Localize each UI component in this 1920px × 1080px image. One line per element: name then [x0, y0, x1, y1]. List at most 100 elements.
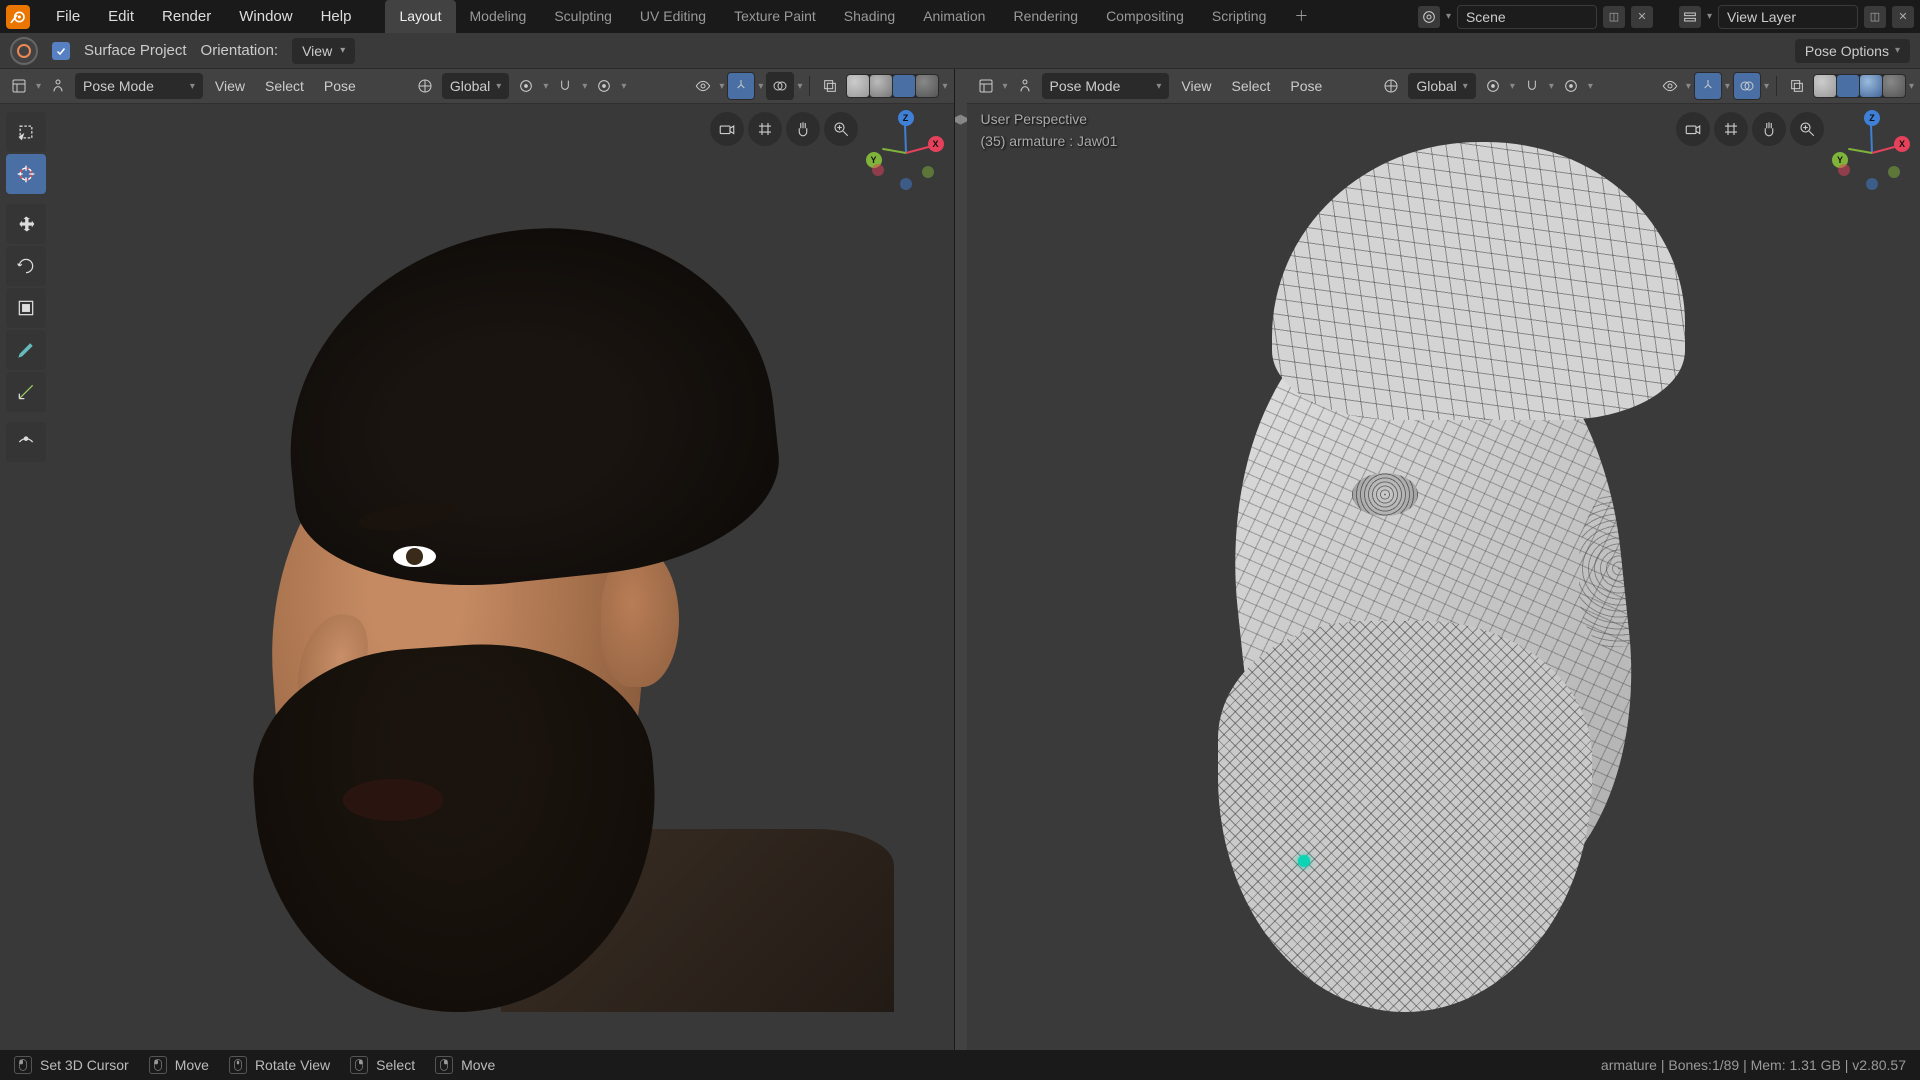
orientation-icon[interactable]	[412, 73, 438, 99]
visibility-icon[interactable]	[1657, 73, 1683, 99]
pan-view-icon[interactable]	[786, 112, 820, 146]
viewport-right[interactable]: User Perspective (35) armature : Jaw01 X…	[967, 104, 1920, 1050]
viewport-left[interactable]: X Y Z	[0, 104, 954, 1050]
menu-edit[interactable]: Edit	[94, 0, 148, 33]
chevron-down-icon: ▾	[719, 81, 724, 92]
pose-options-dropdown[interactable]: Pose Options▾	[1795, 39, 1910, 63]
cursor-tool-icon[interactable]	[10, 37, 38, 65]
transform-orientation-dropdown[interactable]: Global▾	[442, 73, 510, 99]
transform-orientation-dropdown[interactable]: Global▾	[1408, 73, 1476, 99]
viewport-header-right: ▾ Pose Mode▾ View Select Pose Global▾ ▾ …	[967, 69, 1920, 104]
editor-type-icon[interactable]	[6, 73, 32, 99]
wireframe-model-preview	[967, 104, 1920, 1050]
xray-toggle-icon[interactable]	[817, 73, 843, 99]
axis-x-icon[interactable]: X	[1894, 136, 1910, 152]
viewport-info-text: User Perspective (35) armature : Jaw01	[981, 108, 1118, 153]
gizmo-toggle-icon[interactable]	[1695, 73, 1721, 99]
surface-project-checkbox[interactable]	[52, 42, 70, 60]
navigation-gizmo[interactable]: X Y Z	[866, 112, 946, 192]
shading-lookdev-icon[interactable]	[893, 75, 915, 97]
workspace-tab-modeling[interactable]: Modeling	[456, 0, 541, 33]
tool-measure[interactable]	[6, 372, 46, 412]
tool-annotate[interactable]	[6, 330, 46, 370]
viewlayer-delete-icon[interactable]: ✕	[1892, 6, 1914, 28]
shading-solid-icon[interactable]	[1837, 75, 1859, 97]
mode-dropdown[interactable]: Pose Mode▾	[75, 73, 203, 99]
workspace-tab-shading[interactable]: Shading	[830, 0, 909, 33]
shading-wireframe-icon[interactable]	[847, 75, 869, 97]
axis-z-icon[interactable]: Z	[1864, 110, 1880, 126]
navigation-gizmo[interactable]: X Y Z	[1832, 112, 1912, 192]
pose-menu[interactable]: Pose	[316, 73, 364, 99]
orientation-dropdown[interactable]: View▾	[292, 38, 355, 64]
viewlayer-name-input[interactable]: View Layer	[1718, 5, 1858, 29]
workspace-tab-compositing[interactable]: Compositing	[1092, 0, 1198, 33]
menu-window[interactable]: Window	[225, 0, 306, 33]
workspace-tab-uvediting[interactable]: UV Editing	[626, 0, 720, 33]
axis-z-icon[interactable]: Z	[898, 110, 914, 126]
camera-view-icon[interactable]	[1676, 112, 1710, 146]
tool-breakdowner[interactable]	[6, 422, 46, 462]
mode-dropdown[interactable]: Pose Mode▾	[1042, 73, 1170, 99]
xray-toggle-icon[interactable]	[1784, 73, 1810, 99]
pan-view-icon[interactable]	[1752, 112, 1786, 146]
menu-help[interactable]: Help	[307, 0, 366, 33]
camera-view-icon[interactable]	[710, 112, 744, 146]
view-menu[interactable]: View	[1173, 73, 1219, 99]
mode-icon[interactable]	[45, 73, 71, 99]
workspace-tab-add[interactable]: ＋	[1280, 0, 1322, 33]
region-toggle-icon[interactable]: ◀▶	[955, 69, 967, 1050]
editor-type-icon[interactable]	[973, 73, 999, 99]
app-logo-icon[interactable]	[6, 5, 30, 29]
tool-scale[interactable]	[6, 288, 46, 328]
mode-icon[interactable]	[1012, 73, 1038, 99]
tool-cursor[interactable]	[6, 154, 46, 194]
viewlayer-browse-icon[interactable]	[1679, 6, 1701, 28]
scene-new-icon[interactable]: ◫	[1603, 6, 1625, 28]
workspace-tab-animation[interactable]: Animation	[909, 0, 999, 33]
menu-file[interactable]: File	[42, 0, 94, 33]
shading-solid-icon[interactable]	[870, 75, 892, 97]
tool-rotate[interactable]	[6, 246, 46, 286]
axis-x-icon[interactable]: X	[928, 136, 944, 152]
scene-name-input[interactable]: Scene	[1457, 5, 1597, 29]
scene-delete-icon[interactable]: ✕	[1631, 6, 1653, 28]
viewlayer-new-icon[interactable]: ◫	[1864, 6, 1886, 28]
shading-rendered-icon[interactable]	[1883, 75, 1905, 97]
shading-lookdev-icon[interactable]	[1860, 75, 1882, 97]
snap-icon[interactable]	[552, 73, 578, 99]
proportional-icon[interactable]	[1558, 73, 1584, 99]
grid-view-icon[interactable]	[748, 112, 782, 146]
workspace-tab-scripting[interactable]: Scripting	[1198, 0, 1280, 33]
pivot-icon[interactable]	[513, 73, 539, 99]
tool-move[interactable]	[6, 204, 46, 244]
zoom-view-icon[interactable]	[824, 112, 858, 146]
proportional-icon[interactable]	[591, 73, 617, 99]
gizmo-toggle-icon[interactable]	[728, 73, 754, 99]
shading-rendered-icon[interactable]	[916, 75, 938, 97]
visibility-icon[interactable]	[690, 73, 716, 99]
workspace-tab-texturepaint[interactable]: Texture Paint	[720, 0, 830, 33]
chevron-down-icon: ▾	[797, 81, 802, 92]
scene-browse-icon[interactable]	[1418, 6, 1440, 28]
overlays-toggle-icon[interactable]	[1734, 73, 1760, 99]
workspace-tab-layout[interactable]: Layout	[385, 0, 455, 33]
workspace-tab-sculpting[interactable]: Sculpting	[540, 0, 626, 33]
top-menu-bar: File Edit Render Window Help Layout Mode…	[0, 0, 1920, 33]
grid-view-icon[interactable]	[1714, 112, 1748, 146]
select-menu[interactable]: Select	[1223, 73, 1278, 99]
menu-render[interactable]: Render	[148, 0, 225, 33]
overlays-toggle-icon[interactable]	[767, 73, 793, 99]
workspace-tab-rendering[interactable]: Rendering	[999, 0, 1092, 33]
select-menu[interactable]: Select	[257, 73, 312, 99]
orientation-icon[interactable]	[1378, 73, 1404, 99]
view-menu[interactable]: View	[207, 73, 253, 99]
pivot-icon[interactable]	[1480, 73, 1506, 99]
snap-icon[interactable]	[1519, 73, 1545, 99]
zoom-view-icon[interactable]	[1790, 112, 1824, 146]
pose-menu[interactable]: Pose	[1282, 73, 1330, 99]
status-bar: Set 3D Cursor Move Rotate View Select Mo…	[0, 1050, 1920, 1080]
shading-wireframe-icon[interactable]	[1814, 75, 1836, 97]
status-select: Select	[350, 1056, 415, 1074]
tool-select-box[interactable]	[6, 112, 46, 152]
